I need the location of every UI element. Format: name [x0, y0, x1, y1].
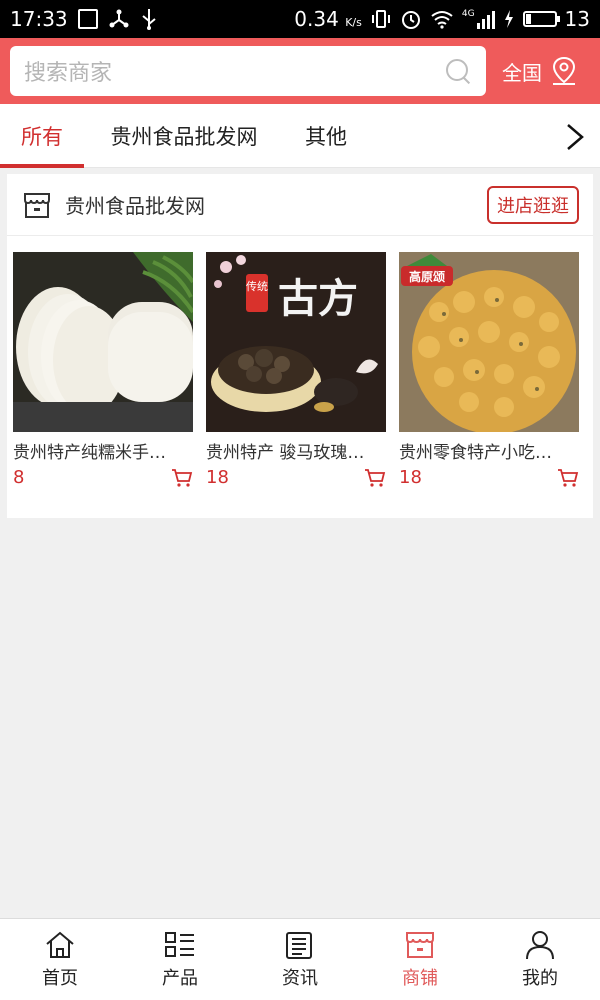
cart-icon[interactable]: [364, 468, 386, 488]
category-tabs: 所有 贵州食品批发网 其他: [0, 104, 600, 168]
product-list: 贵州特产纯糯米手… 8 传统 古方 贵州特产 骏马玫瑰… 18 高原颂 贵州零食…: [7, 236, 593, 488]
battery-level: 13: [564, 7, 590, 31]
product-title[interactable]: 贵州零食特产小吃…: [399, 438, 579, 463]
store-card: 贵州食品批发网 进店逛逛 贵州特产纯糯米手… 8 传统 古方 贵州特产 骏马玫瑰…: [7, 174, 593, 518]
bottom-nav: 首页 产品 资讯 商铺 我的: [0, 918, 600, 1000]
usb-icon: [142, 9, 156, 30]
product-card[interactable]: 贵州特产纯糯米手… 8: [13, 252, 193, 488]
product-image-rose-sugar[interactable]: 传统 古方: [206, 252, 386, 432]
nav-products[interactable]: 产品: [120, 919, 240, 1000]
nav-label: 商铺: [402, 967, 438, 989]
product-card[interactable]: 高原颂 贵州零食特产小吃… 18: [399, 252, 579, 488]
image-text-brand: 高原颂: [409, 269, 445, 284]
product-image-rice-cake[interactable]: [13, 252, 193, 432]
top-header: 搜索商家 全国: [0, 38, 600, 104]
battery-icon: [522, 11, 560, 27]
image-icon: [77, 9, 98, 29]
region-selector[interactable]: 全国: [502, 56, 578, 86]
store-name: 贵州食品批发网: [65, 194, 205, 218]
cart-icon[interactable]: [171, 468, 193, 488]
news-icon: [286, 931, 312, 959]
user-icon: [526, 930, 554, 959]
nav-mine[interactable]: 我的: [480, 919, 600, 1000]
location-icon: [552, 56, 576, 85]
chevron-right-icon[interactable]: [562, 122, 588, 152]
nav-news[interactable]: 资讯: [240, 919, 360, 1000]
product-price: 8: [13, 467, 25, 488]
nav-home[interactable]: 首页: [0, 919, 120, 1000]
status-time: 17:33: [10, 7, 68, 31]
store-header[interactable]: 贵州食品批发网 进店逛逛: [7, 174, 593, 236]
image-text-chuantong: 传统: [246, 280, 268, 293]
store-icon: [406, 931, 434, 958]
network-speed: 0.34 K/s: [294, 7, 362, 31]
vibrate-icon: [371, 10, 390, 28]
nav-stores[interactable]: 商铺: [360, 919, 480, 1000]
nav-label: 我的: [522, 967, 558, 989]
product-price: 18: [399, 467, 422, 488]
product-price: 18: [206, 467, 229, 488]
list-icon: [165, 931, 194, 957]
signal-icon: 4G: [462, 9, 495, 29]
search-input[interactable]: 搜索商家: [10, 46, 486, 96]
cart-icon[interactable]: [557, 468, 579, 488]
charging-icon: [504, 10, 513, 28]
product-title[interactable]: 贵州特产纯糯米手…: [13, 438, 193, 463]
search-icon[interactable]: [444, 57, 472, 85]
tab-guizhou-food[interactable]: 贵州食品批发网: [84, 104, 284, 168]
nav-label: 产品: [162, 967, 198, 989]
search-placeholder: 搜索商家: [24, 61, 113, 86]
nav-label: 首页: [42, 967, 78, 989]
nav-label: 资讯: [282, 967, 318, 989]
product-card[interactable]: 传统 古方 贵州特产 骏马玫瑰… 18: [206, 252, 386, 488]
tab-other[interactable]: 其他: [284, 104, 368, 168]
share-icon: [109, 9, 129, 28]
alarm-icon: [401, 11, 420, 29]
status-bar: 17:33 0.34 K/s 4G 13: [0, 0, 600, 38]
wifi-icon: [431, 11, 453, 29]
product-image-corn-snack[interactable]: 高原颂: [399, 252, 579, 432]
store-icon: [24, 192, 50, 218]
product-title[interactable]: 贵州特产 骏马玫瑰…: [206, 438, 386, 463]
enter-store-button[interactable]: 进店逛逛: [487, 185, 579, 224]
image-text-gufang: 古方: [278, 276, 358, 322]
region-label: 全国: [502, 60, 542, 85]
tab-all[interactable]: 所有: [0, 104, 84, 168]
home-icon: [46, 931, 74, 958]
